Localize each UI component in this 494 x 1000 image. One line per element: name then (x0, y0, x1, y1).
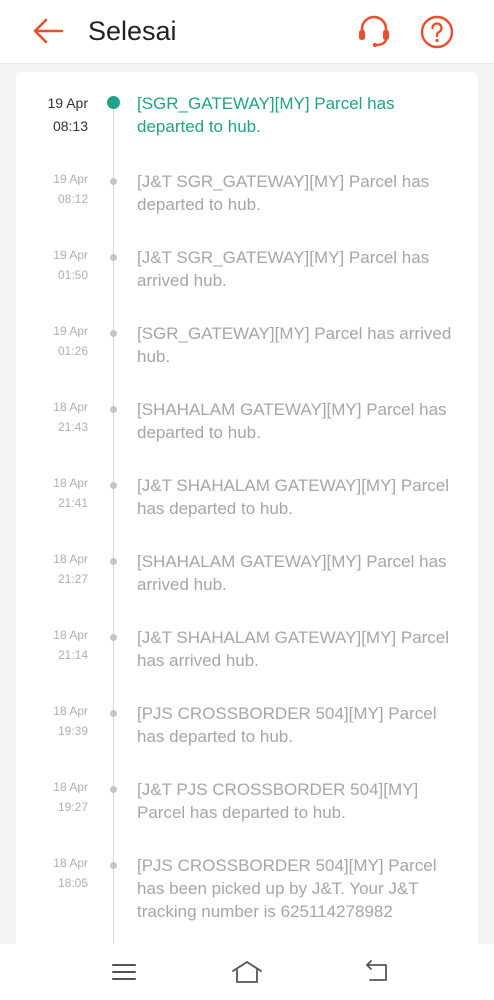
back-icon (366, 960, 387, 981)
timeline-dot (110, 634, 117, 641)
back-button[interactable] (28, 13, 68, 49)
menu-icon (112, 964, 136, 980)
timeline-dot (110, 406, 117, 413)
timeline-dot-active (107, 96, 120, 109)
event-time: 19:27 (57, 800, 88, 814)
app-header: Selesai (0, 0, 494, 64)
timeline-event: 18 Apr 19:39 [PJS CROSSBORDER 504][MY] P… (16, 702, 478, 778)
event-date: 19 Apr (47, 95, 88, 111)
timeline-event: 18 Apr 21:14 [J&T SHAHALAM GATEWAY][MY] … (16, 626, 478, 702)
event-message: [SHAHALAM GATEWAY][MY] Parcel has depart… (137, 400, 447, 442)
customer-support-button[interactable] (354, 12, 394, 50)
tracking-timeline-card: 19 Apr 08:13 [SGR_GATEWAY][MY] Parcel ha… (16, 72, 478, 952)
event-message: [J&T SGR_GATEWAY][MY] Parcel has arrived… (137, 248, 430, 290)
event-date: 19 Apr (53, 324, 88, 338)
event-message: [J&T SHAHALAM GATEWAY][MY] Parcel has ar… (137, 628, 450, 670)
headset-icon (359, 15, 389, 48)
timeline-event: 19 Apr 08:12 [J&T SGR_GATEWAY][MY] Parce… (16, 170, 478, 246)
event-date: 18 Apr (53, 552, 88, 566)
event-message: [PJS CROSSBORDER 504][MY] Parcel has bee… (137, 856, 437, 921)
event-date: 18 Apr (53, 628, 88, 642)
home-icon (232, 961, 262, 983)
timeline-event: 18 Apr 21:43 [SHAHALAM GATEWAY][MY] Parc… (16, 398, 478, 474)
timeline-dot (110, 558, 117, 565)
event-time: 01:26 (57, 344, 88, 358)
event-date: 19 Apr (53, 172, 88, 186)
timeline-dot (110, 710, 117, 717)
event-message: [SHAHALAM GATEWAY][MY] Parcel has arrive… (137, 552, 447, 594)
timeline-dot (110, 862, 117, 869)
event-time: 21:43 (57, 420, 88, 434)
event-message: [J&T SHAHALAM GATEWAY][MY] Parcel has de… (137, 476, 450, 518)
timeline-dot (110, 482, 117, 489)
event-time: 18:05 (57, 876, 88, 890)
timeline-event: 19 Apr 08:13 [SGR_GATEWAY][MY] Parcel ha… (16, 92, 478, 168)
arrow-left-icon (33, 18, 64, 44)
timeline-event: 18 Apr 19:27 [J&T PJS CROSSBORDER 504][M… (16, 778, 478, 854)
event-date: 18 Apr (53, 856, 88, 870)
event-message: [SGR_GATEWAY][MY] Parcel has departed to… (137, 94, 395, 136)
event-time: 21:27 (57, 572, 88, 586)
event-date: 18 Apr (53, 400, 88, 414)
timeline-dot (110, 254, 117, 261)
event-date: 18 Apr (53, 704, 88, 718)
event-time: 08:13 (52, 118, 88, 134)
system-navigation-bar (0, 944, 494, 1000)
menu-button[interactable] (106, 957, 142, 987)
event-date: 18 Apr (53, 476, 88, 490)
event-message: [SGR_GATEWAY][MY] Parcel has arrived hub… (137, 324, 452, 366)
timeline-event: 18 Apr 18:05 [PJS CROSSBORDER 504][MY] P… (16, 854, 478, 944)
event-date: 18 Apr (53, 780, 88, 794)
home-button[interactable] (229, 957, 265, 987)
event-time: 08:12 (57, 192, 88, 206)
event-time: 21:14 (57, 648, 88, 662)
event-message: [J&T PJS CROSSBORDER 504][MY] Parcel has… (137, 780, 419, 822)
question-circle-icon (420, 15, 454, 49)
timeline-dot (110, 786, 117, 793)
timeline-dot (110, 330, 117, 337)
event-date: 19 Apr (53, 248, 88, 262)
event-message: [PJS CROSSBORDER 504][MY] Parcel has dep… (137, 704, 437, 746)
page-title: Selesai (88, 16, 177, 46)
event-time: 21:41 (57, 496, 88, 510)
timeline-event: 19 Apr 01:50 [J&T SGR_GATEWAY][MY] Parce… (16, 246, 478, 322)
event-time: 19:39 (57, 724, 88, 738)
timeline-event: 18 Apr 21:41 [J&T SHAHALAM GATEWAY][MY] … (16, 474, 478, 550)
timeline-dot (110, 178, 117, 185)
system-back-button[interactable] (358, 957, 394, 987)
timeline-event: 19 Apr 01:26 [SGR_GATEWAY][MY] Parcel ha… (16, 322, 478, 398)
event-message: [J&T SGR_GATEWAY][MY] Parcel has departe… (137, 172, 430, 214)
event-time: 01:50 (57, 268, 88, 282)
timeline-event: 18 Apr 21:27 [SHAHALAM GATEWAY][MY] Parc… (16, 550, 478, 626)
help-button[interactable] (418, 13, 456, 51)
